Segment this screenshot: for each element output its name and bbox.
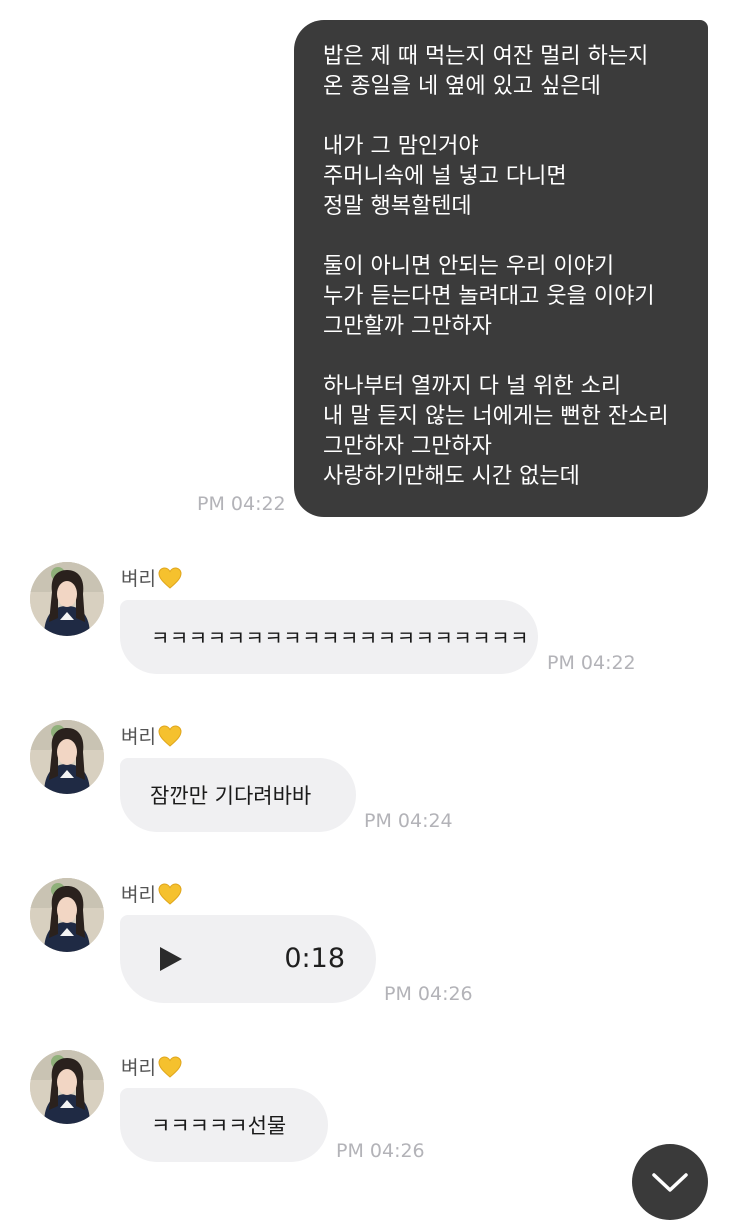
message-line: 내 말 듣지 않는 너에게는 뻔한 잔소리	[323, 404, 669, 429]
message-line: 사랑하기만해도 시간 없는데	[323, 464, 580, 489]
message-time: PM 04:22	[197, 493, 286, 515]
chevron-down-icon	[652, 1173, 688, 1192]
sender-name-text: 벼리	[121, 568, 156, 590]
message-line: 주머니속에 널 넣고 다니면	[323, 164, 567, 189]
avatar[interactable]	[30, 562, 104, 636]
message-line: 그만할까 그만하자	[323, 314, 492, 339]
avatar[interactable]	[30, 878, 104, 952]
yellow-heart-icon	[158, 725, 182, 747]
message-line: 하나부터 열까지 다 널 위한 소리	[323, 374, 622, 399]
message-line: 온 종일을 네 옆에 있고 싶은데	[323, 74, 601, 99]
chat-view: PM 04:22 밥은 제 때 먹는지 여잔 멀리 하는지 온 종일을 네 옆에…	[0, 0, 738, 1220]
sender-name: 벼리	[121, 883, 182, 907]
sender-name-text: 벼리	[121, 726, 156, 748]
message-line: 그만하자 그만하자	[323, 434, 492, 459]
message-line: 내가 그 맘인거야	[323, 134, 479, 159]
message-time: PM 04:24	[364, 810, 453, 832]
scroll-down-button[interactable]	[632, 1144, 708, 1220]
message-time: PM 04:26	[336, 1140, 425, 1162]
message-time: PM 04:26	[384, 983, 473, 1005]
avatar[interactable]	[30, 1050, 104, 1124]
play-icon[interactable]	[160, 947, 182, 971]
sender-name-text: 벼리	[121, 884, 156, 906]
voice-duration: 0:18	[284, 943, 345, 974]
message-time: PM 04:22	[547, 652, 636, 674]
sent-message-bubble[interactable]: 밥은 제 때 먹는지 여잔 멀리 하는지 온 종일을 네 옆에 있고 싶은데 내…	[294, 20, 708, 517]
avatar[interactable]	[30, 720, 104, 794]
message-line: 둘이 아니면 안되는 우리 이야기	[323, 254, 615, 279]
received-message-bubble[interactable]: ㅋㅋㅋㅋㅋㅋㅋㅋㅋㅋㅋㅋㅋㅋㅋㅋㅋㅋㅋㅋ	[120, 600, 538, 674]
yellow-heart-icon	[158, 1056, 182, 1078]
voice-message-bubble[interactable]: 0:18	[120, 915, 376, 1003]
sender-name: 벼리	[121, 567, 182, 591]
sender-name: 벼리	[121, 725, 182, 749]
received-message-bubble[interactable]: 잠깐만 기다려바바	[120, 758, 356, 832]
message-line: 밥은 제 때 먹는지 여잔 멀리 하는지	[323, 44, 649, 69]
yellow-heart-icon	[158, 883, 182, 905]
received-message-bubble[interactable]: ㅋㅋㅋㅋㅋ선물	[120, 1088, 328, 1162]
sender-name-text: 벼리	[121, 1057, 156, 1079]
message-line: 정말 행복할텐데	[323, 194, 472, 219]
message-line: 누가 듣는다면 놀려대고 웃을 이야기	[323, 284, 655, 309]
yellow-heart-icon	[158, 567, 182, 589]
sender-name: 벼리	[121, 1056, 182, 1080]
